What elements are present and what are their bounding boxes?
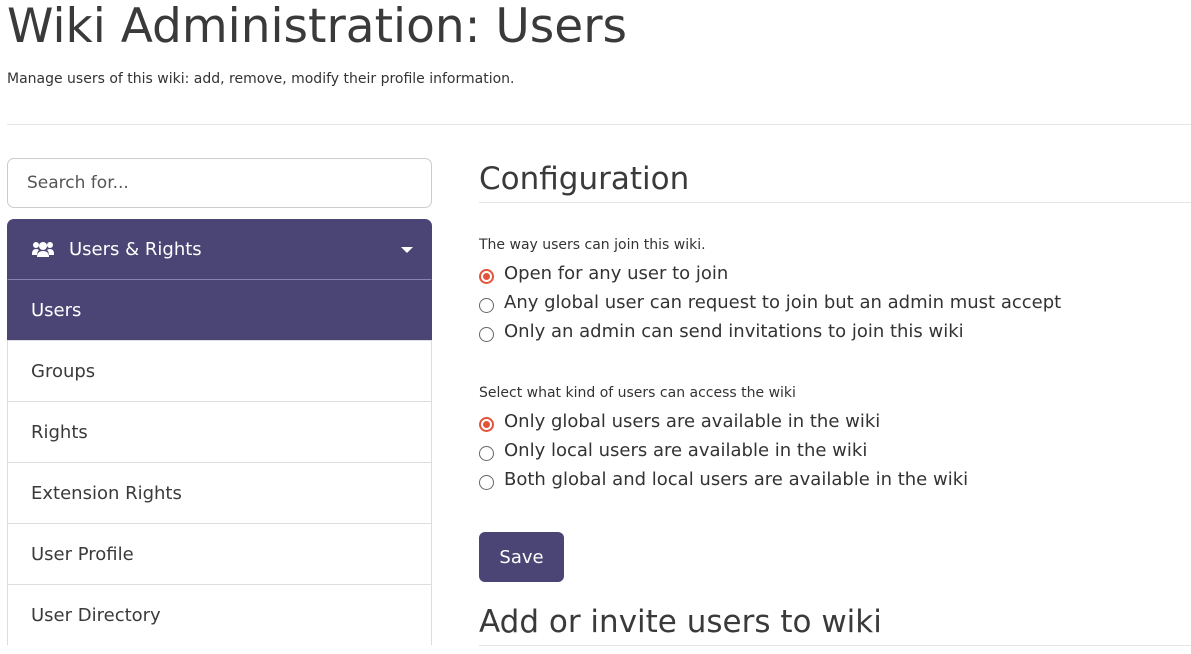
save-button[interactable]: Save bbox=[479, 532, 564, 582]
user-scope-option-both[interactable]: Both global and local users are availabl… bbox=[479, 465, 968, 494]
membership-option-open[interactable]: Open for any user to join bbox=[479, 259, 1061, 288]
radio-button[interactable] bbox=[479, 445, 494, 461]
radio-label: Open for any user to join bbox=[504, 263, 729, 284]
radio-button[interactable] bbox=[479, 326, 494, 342]
invite-users-divider bbox=[479, 645, 1191, 646]
membership-legend: The way users can join this wiki. bbox=[479, 237, 706, 253]
user-scope-legend: Select what kind of users can access the… bbox=[479, 385, 796, 401]
invite-users-title: Add or invite users to wiki bbox=[479, 604, 882, 640]
sidebar-item-extension-rights[interactable]: Extension Rights bbox=[7, 462, 432, 523]
title-divider bbox=[7, 124, 1191, 125]
sidebar-item-groups[interactable]: Groups bbox=[7, 340, 432, 401]
sidebar-item-user-profile[interactable]: User Profile bbox=[7, 523, 432, 584]
sidebar-menu: Users & Rights Users Groups Rights Exten… bbox=[7, 219, 432, 645]
radio-label: Only an admin can send invitations to jo… bbox=[504, 321, 964, 342]
page: Wiki Administration: Users Manage users … bbox=[0, 0, 1191, 654]
membership-option-invite[interactable]: Only an admin can send invitations to jo… bbox=[479, 317, 1061, 346]
sidebar-item-users[interactable]: Users bbox=[7, 279, 432, 340]
configuration-title: Configuration bbox=[479, 161, 690, 197]
membership-option-request[interactable]: Any global user can request to join but … bbox=[479, 288, 1061, 317]
page-title: Wiki Administration: Users bbox=[7, 0, 628, 54]
sidebar-item-user-directory[interactable]: User Directory bbox=[7, 584, 432, 645]
membership-fieldset: The way users can join this wiki. Open f… bbox=[479, 237, 1061, 346]
radio-button[interactable] bbox=[479, 416, 494, 432]
radio-button[interactable] bbox=[479, 268, 494, 284]
sidebar-item-rights[interactable]: Rights bbox=[7, 401, 432, 462]
user-scope-fieldset: Select what kind of users can access the… bbox=[479, 385, 968, 494]
radio-button[interactable] bbox=[479, 297, 494, 313]
search-input[interactable] bbox=[7, 158, 432, 208]
caret-down-icon[interactable] bbox=[401, 247, 413, 253]
users-icon bbox=[32, 242, 54, 257]
radio-label: Both global and local users are availabl… bbox=[504, 469, 969, 490]
radio-label: Only global users are available in the w… bbox=[504, 411, 881, 432]
user-scope-option-global[interactable]: Only global users are available in the w… bbox=[479, 407, 968, 436]
page-hint: Manage users of this wiki: add, remove, … bbox=[7, 71, 515, 87]
sidebar-category-label: Users & Rights bbox=[69, 238, 202, 260]
sidebar-category-users-rights[interactable]: Users & Rights bbox=[7, 219, 432, 279]
radio-button[interactable] bbox=[479, 474, 494, 490]
radio-label: Only local users are available in the wi… bbox=[504, 440, 868, 461]
configuration-divider bbox=[479, 202, 1191, 203]
radio-label: Any global user can request to join but … bbox=[504, 292, 1062, 313]
user-scope-option-local[interactable]: Only local users are available in the wi… bbox=[479, 436, 968, 465]
